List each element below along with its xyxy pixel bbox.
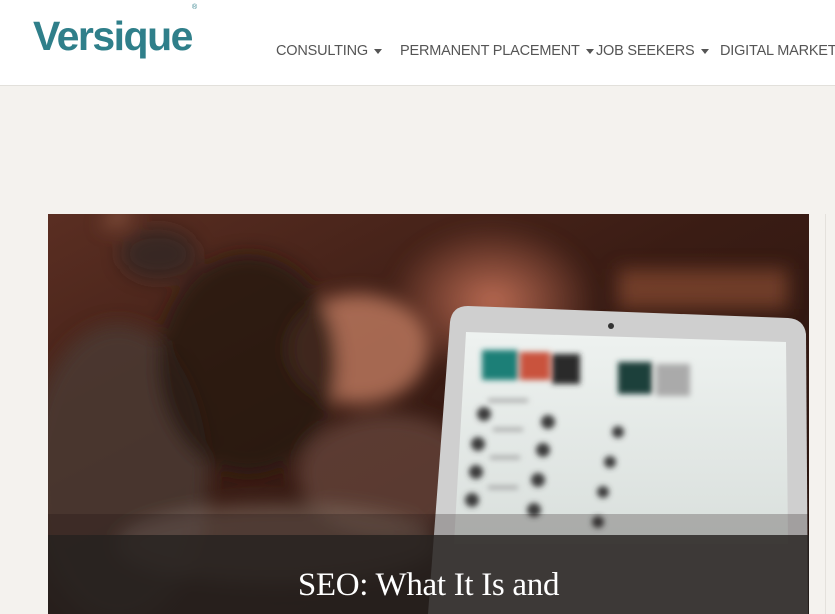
nav-item-job-seekers[interactable]: JOB SEEKERS bbox=[596, 43, 709, 59]
article-title[interactable]: SEO: What It Is and bbox=[48, 567, 809, 604]
site-header: Versique® CONSULTING PERMANENT PLACEMENT… bbox=[0, 0, 835, 86]
nav-item-label: JOB SEEKERS bbox=[596, 43, 695, 59]
nav-item-consulting[interactable]: CONSULTING bbox=[276, 43, 382, 59]
caret-down-icon bbox=[374, 48, 382, 54]
article-caption[interactable]: SEO: What It Is and bbox=[48, 535, 809, 614]
caret-down-icon bbox=[585, 48, 594, 54]
featured-article-card[interactable]: SEO: What It Is and bbox=[48, 214, 809, 614]
nav-item-permanent-placement[interactable]: PERMANENT PLACEMENT bbox=[400, 43, 594, 59]
logo-text: Versique bbox=[33, 13, 193, 59]
registered-mark: ® bbox=[191, 4, 198, 12]
nav-item-label: DIGITAL MARKETING bbox=[720, 43, 835, 59]
nav-item-digital-marketing[interactable]: DIGITAL MARKETING bbox=[720, 43, 835, 59]
nav-item-label: CONSULTING bbox=[276, 43, 368, 59]
sidebar-edge bbox=[825, 214, 835, 614]
versique-logo[interactable]: Versique® bbox=[33, 4, 197, 59]
nav-item-label: PERMANENT PLACEMENT bbox=[400, 43, 580, 59]
caret-down-icon bbox=[700, 48, 709, 54]
